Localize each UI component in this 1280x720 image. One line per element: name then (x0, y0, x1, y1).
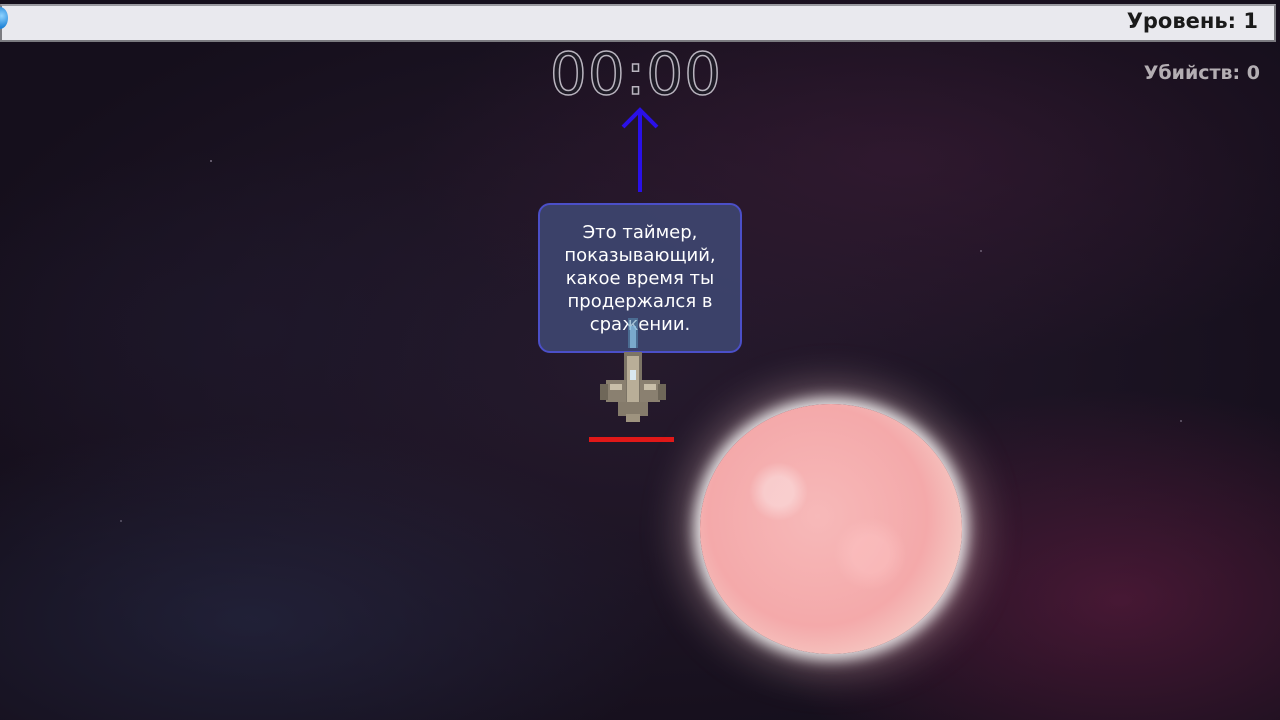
level-label: Уровень: 1 (1126, 9, 1258, 33)
xp-progress-bar: Уровень: 1 (0, 4, 1276, 42)
spaceship-icon (600, 318, 666, 422)
arrow-up-icon (621, 107, 659, 192)
space-dust (120, 520, 122, 522)
space-dust (980, 250, 982, 252)
game-screen: Уровень: 1 00:00 Убийств: 0 Это таймер, … (0, 0, 1280, 720)
kills-counter: Убийств: 0 (1143, 62, 1260, 84)
player-health-bar (589, 437, 674, 442)
survival-timer: 00:00 (549, 39, 723, 109)
space-dust (210, 160, 212, 162)
star-sun-icon (700, 404, 962, 654)
space-dust (1180, 420, 1182, 422)
